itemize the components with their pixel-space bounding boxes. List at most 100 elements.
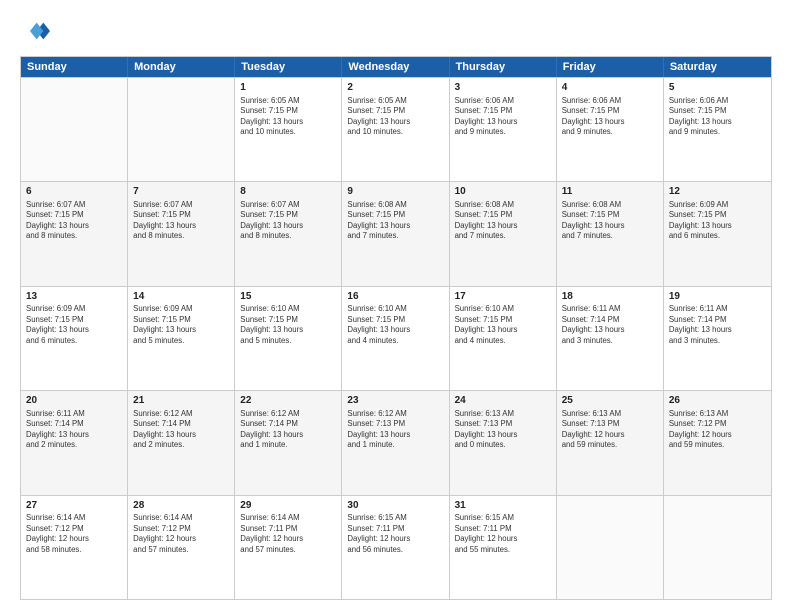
day-number: 17 [455,290,551,304]
cal-week-4: 20Sunrise: 6:11 AM Sunset: 7:14 PM Dayli… [21,390,771,494]
cal-cell-week2-day2: 7Sunrise: 6:07 AM Sunset: 7:15 PM Daylig… [128,182,235,285]
cal-cell-week4-day6: 25Sunrise: 6:13 AM Sunset: 7:13 PM Dayli… [557,391,664,494]
cal-cell-week2-day4: 9Sunrise: 6:08 AM Sunset: 7:15 PM Daylig… [342,182,449,285]
cal-cell-week5-day2: 28Sunrise: 6:14 AM Sunset: 7:12 PM Dayli… [128,496,235,599]
day-number: 29 [240,499,336,513]
day-info: Sunrise: 6:12 AM Sunset: 7:14 PM Dayligh… [240,409,336,451]
day-info: Sunrise: 6:08 AM Sunset: 7:15 PM Dayligh… [562,200,658,242]
cal-week-3: 13Sunrise: 6:09 AM Sunset: 7:15 PM Dayli… [21,286,771,390]
day-number: 8 [240,185,336,199]
cal-cell-week5-day3: 29Sunrise: 6:14 AM Sunset: 7:11 PM Dayli… [235,496,342,599]
day-number: 26 [669,394,766,408]
cal-cell-week5-day1: 27Sunrise: 6:14 AM Sunset: 7:12 PM Dayli… [21,496,128,599]
cal-cell-week4-day1: 20Sunrise: 6:11 AM Sunset: 7:14 PM Dayli… [21,391,128,494]
day-number: 2 [347,81,443,95]
day-info: Sunrise: 6:10 AM Sunset: 7:15 PM Dayligh… [455,304,551,346]
day-info: Sunrise: 6:15 AM Sunset: 7:11 PM Dayligh… [347,513,443,555]
cal-cell-week4-day4: 23Sunrise: 6:12 AM Sunset: 7:13 PM Dayli… [342,391,449,494]
day-number: 14 [133,290,229,304]
page: SundayMondayTuesdayWednesdayThursdayFrid… [0,0,792,612]
day-number: 13 [26,290,122,304]
day-info: Sunrise: 6:08 AM Sunset: 7:15 PM Dayligh… [455,200,551,242]
cal-cell-week2-day3: 8Sunrise: 6:07 AM Sunset: 7:15 PM Daylig… [235,182,342,285]
cal-cell-week3-day6: 18Sunrise: 6:11 AM Sunset: 7:14 PM Dayli… [557,287,664,390]
cal-cell-week4-day5: 24Sunrise: 6:13 AM Sunset: 7:13 PM Dayli… [450,391,557,494]
day-info: Sunrise: 6:09 AM Sunset: 7:15 PM Dayligh… [26,304,122,346]
cal-week-1: 1Sunrise: 6:05 AM Sunset: 7:15 PM Daylig… [21,77,771,181]
day-info: Sunrise: 6:11 AM Sunset: 7:14 PM Dayligh… [562,304,658,346]
day-number: 19 [669,290,766,304]
cal-header-sunday: Sunday [21,57,128,77]
day-number: 5 [669,81,766,95]
cal-cell-week2-day6: 11Sunrise: 6:08 AM Sunset: 7:15 PM Dayli… [557,182,664,285]
day-number: 12 [669,185,766,199]
day-number: 6 [26,185,122,199]
day-number: 23 [347,394,443,408]
cal-header-friday: Friday [557,57,664,77]
cal-cell-week4-day7: 26Sunrise: 6:13 AM Sunset: 7:12 PM Dayli… [664,391,771,494]
calendar: SundayMondayTuesdayWednesdayThursdayFrid… [20,56,772,600]
cal-cell-week3-day1: 13Sunrise: 6:09 AM Sunset: 7:15 PM Dayli… [21,287,128,390]
cal-cell-week5-day5: 31Sunrise: 6:15 AM Sunset: 7:11 PM Dayli… [450,496,557,599]
day-number: 28 [133,499,229,513]
day-number: 24 [455,394,551,408]
day-number: 22 [240,394,336,408]
day-info: Sunrise: 6:10 AM Sunset: 7:15 PM Dayligh… [347,304,443,346]
cal-header-wednesday: Wednesday [342,57,449,77]
cal-cell-week1-day2 [128,78,235,181]
cal-week-5: 27 Sunrise: 6:14 AM Sunset: 7:12 PM Dayli… [21,495,771,599]
day-info: Sunrise: 6:12 AM Sunset: 7:14 PM Dayligh… [133,409,229,451]
day-number: 11 [562,185,658,199]
day-info: Sunrise: 6:14 AM Sunset: 7:11 PM Dayligh… [240,513,336,555]
day-info: Sunrise: 6:07 AM Sunset: 7:15 PM Dayligh… [133,200,229,242]
day-number: 30 [347,499,443,513]
cal-cell-week4-day3: 22Sunrise: 6:12 AM Sunset: 7:14 PM Dayli… [235,391,342,494]
day-info: Sunrise: 6:15 AM Sunset: 7:11 PM Dayligh… [455,513,551,555]
day-info: Sunrise: 6:13 AM Sunset: 7:13 PM Dayligh… [455,409,551,451]
logo-icon [20,16,50,46]
cal-cell-week1-day6: 4Sunrise: 6:06 AM Sunset: 7:15 PM Daylig… [557,78,664,181]
day-number: 16 [347,290,443,304]
day-info: Sunrise: 6:14 AM Sunset: 7:12 PM Dayligh… [133,513,229,555]
cal-cell-week1-day3: 1Sunrise: 6:05 AM Sunset: 7:15 PM Daylig… [235,78,342,181]
cal-cell-week3-day5: 17Sunrise: 6:10 AM Sunset: 7:15 PM Dayli… [450,287,557,390]
day-info: Sunrise: 6:13 AM Sunset: 7:13 PM Dayligh… [562,409,658,451]
day-info: Sunrise: 6:13 AM Sunset: 7:12 PM Dayligh… [669,409,766,451]
day-number: 9 [347,185,443,199]
cal-cell-week2-day7: 12Sunrise: 6:09 AM Sunset: 7:15 PM Dayli… [664,182,771,285]
cal-header-tuesday: Tuesday [235,57,342,77]
day-info: Sunrise: 6:11 AM Sunset: 7:14 PM Dayligh… [669,304,766,346]
day-number: 4 [562,81,658,95]
day-info: Sunrise: 6:05 AM Sunset: 7:15 PM Dayligh… [240,96,336,138]
day-info: Sunrise: 6:12 AM Sunset: 7:13 PM Dayligh… [347,409,443,451]
calendar-body: 1Sunrise: 6:05 AM Sunset: 7:15 PM Daylig… [21,77,771,599]
day-number: 1 [240,81,336,95]
cal-cell-week5-day4: 30Sunrise: 6:15 AM Sunset: 7:11 PM Dayli… [342,496,449,599]
cal-cell-week5-day6 [557,496,664,599]
day-info: Sunrise: 6:08 AM Sunset: 7:15 PM Dayligh… [347,200,443,242]
day-info: Sunrise: 6:10 AM Sunset: 7:15 PM Dayligh… [240,304,336,346]
day-info: Sunrise: 6:09 AM Sunset: 7:15 PM Dayligh… [133,304,229,346]
header [20,16,772,46]
day-info: Sunrise: 6:09 AM Sunset: 7:15 PM Dayligh… [669,200,766,242]
cal-cell-week5-day7 [664,496,771,599]
cal-cell-week2-day5: 10Sunrise: 6:08 AM Sunset: 7:15 PM Dayli… [450,182,557,285]
calendar-header-row: SundayMondayTuesdayWednesdayThursdayFrid… [21,57,771,77]
day-number: 27 [26,499,122,513]
cal-cell-week1-day1 [21,78,128,181]
day-info: Sunrise: 6:06 AM Sunset: 7:15 PM Dayligh… [669,96,766,138]
logo [20,16,54,46]
day-number: 25 [562,394,658,408]
day-number: 10 [455,185,551,199]
day-info: Sunrise: 6:06 AM Sunset: 7:15 PM Dayligh… [562,96,658,138]
day-info: Sunrise: 6:11 AM Sunset: 7:14 PM Dayligh… [26,409,122,451]
day-number: 15 [240,290,336,304]
day-info: Sunrise: 6:05 AM Sunset: 7:15 PM Dayligh… [347,96,443,138]
day-number: 3 [455,81,551,95]
cal-cell-week3-day3: 15Sunrise: 6:10 AM Sunset: 7:15 PM Dayli… [235,287,342,390]
day-number: 7 [133,185,229,199]
cal-cell-week2-day1: 6Sunrise: 6:07 AM Sunset: 7:15 PM Daylig… [21,182,128,285]
cal-cell-week3-day4: 16Sunrise: 6:10 AM Sunset: 7:15 PM Dayli… [342,287,449,390]
cal-week-2: 6 Sunrise: 6:07 AM Sunset: 7:15 PM Daylig… [21,181,771,285]
cal-cell-week3-day2: 14Sunrise: 6:09 AM Sunset: 7:15 PM Dayli… [128,287,235,390]
